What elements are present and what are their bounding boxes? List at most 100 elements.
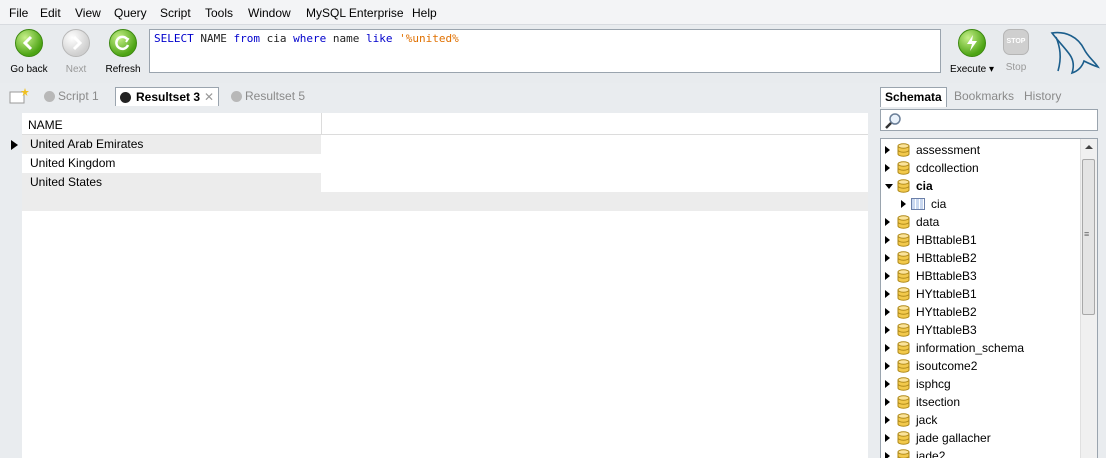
tree-schema-item[interactable]: HYttableB1: [881, 285, 1079, 303]
tree-schema-item[interactable]: HYttableB2: [881, 303, 1079, 321]
lightning-icon: [958, 29, 986, 57]
execute-button[interactable]: Execute ▾: [950, 29, 994, 75]
tree-schema-item[interactable]: jade gallacher: [881, 429, 1079, 447]
menu-edit[interactable]: Edit: [40, 6, 61, 20]
expand-arrow-icon[interactable]: [885, 290, 890, 298]
expand-arrow-icon[interactable]: [885, 146, 890, 154]
cell-name[interactable]: United States: [30, 173, 102, 192]
menu-mysql-enterprise[interactable]: MySQL Enterprise: [306, 6, 404, 20]
refresh-button[interactable]: Refresh: [104, 29, 142, 75]
expand-arrow-icon[interactable]: [885, 308, 890, 316]
tab-resultset-5[interactable]: Resultset 5: [227, 87, 305, 106]
tree-schema-item[interactable]: HBttableB2: [881, 249, 1079, 267]
collapse-arrow-icon[interactable]: [885, 184, 893, 189]
sql-text: name: [326, 32, 366, 45]
database-icon: [897, 143, 910, 157]
sql-text: NAME: [193, 32, 234, 45]
tree-schema-item[interactable]: cia: [881, 177, 1079, 195]
menu-file[interactable]: File: [9, 6, 28, 20]
table-row[interactable]: United States: [22, 173, 868, 192]
stop-button[interactable]: STOP Stop: [1001, 29, 1031, 73]
query-editor[interactable]: SELECT NAME from cia where name like '%u…: [149, 29, 941, 73]
resultset-icon: [120, 92, 131, 103]
tree-schema-item[interactable]: information_schema: [881, 339, 1079, 357]
next-button[interactable]: Next: [58, 29, 94, 75]
tree-item-label: jack: [916, 413, 938, 427]
script-icon: [44, 91, 55, 102]
column-divider: [321, 113, 322, 134]
scroll-up-icon[interactable]: [1085, 145, 1093, 149]
tree-schema-item[interactable]: HBttableB3: [881, 267, 1079, 285]
tree-schema-item[interactable]: data: [881, 213, 1079, 231]
expand-arrow-icon[interactable]: [901, 200, 906, 208]
tab-script-1[interactable]: Script 1: [40, 87, 99, 106]
tree-item-label: itsection: [916, 395, 961, 409]
tree-schema-item[interactable]: itsection: [881, 393, 1079, 411]
expand-arrow-icon[interactable]: [885, 452, 890, 458]
expand-arrow-icon[interactable]: [885, 326, 890, 334]
expand-arrow-icon[interactable]: [885, 254, 890, 262]
tree-item-label: jade gallacher: [916, 431, 991, 445]
stop-sign-icon: STOP: [1003, 29, 1029, 55]
menu-script[interactable]: Script: [160, 6, 191, 20]
expand-arrow-icon[interactable]: [885, 380, 890, 388]
back-button[interactable]: Go back: [8, 29, 50, 75]
schema-search-input[interactable]: [880, 109, 1098, 131]
expand-arrow-icon[interactable]: [885, 236, 890, 244]
menu-query[interactable]: Query: [114, 6, 147, 20]
tab-bookmarks[interactable]: Bookmarks: [954, 87, 1014, 106]
cell-name[interactable]: United Kingdom: [30, 154, 115, 173]
sql-keyword: like: [366, 32, 393, 45]
expand-arrow-icon[interactable]: [885, 362, 890, 370]
database-icon: [897, 413, 910, 427]
menu-window[interactable]: Window: [248, 6, 291, 20]
expand-arrow-icon[interactable]: [885, 164, 890, 172]
tree-table-item[interactable]: cia: [881, 195, 1079, 213]
tree-scrollbar[interactable]: ≡: [1080, 139, 1097, 458]
close-tab-icon[interactable]: ✕: [204, 88, 214, 107]
tab-label: Resultset 5: [245, 89, 306, 103]
stop-label: Stop: [1005, 62, 1027, 73]
tab-schemata[interactable]: Schemata: [880, 87, 947, 107]
database-icon: [897, 179, 910, 193]
expand-arrow-icon[interactable]: [885, 416, 890, 424]
tree-schema-item[interactable]: jack: [881, 411, 1079, 429]
sql-keyword: where: [293, 32, 327, 45]
execute-label: Execute ▾: [950, 64, 994, 75]
expand-arrow-icon[interactable]: [885, 398, 890, 406]
tree-schema-item[interactable]: assessment: [881, 141, 1079, 159]
next-arrow-icon: [62, 29, 90, 57]
tab-resultset-3[interactable]: Resultset 3 ✕: [115, 87, 219, 106]
new-row-placeholder[interactable]: [22, 192, 868, 211]
database-icon: [897, 233, 910, 247]
column-header-name[interactable]: NAME: [28, 118, 63, 132]
database-icon: [897, 449, 910, 458]
tree-schema-item[interactable]: HBttableB1: [881, 231, 1079, 249]
tree-schema-item[interactable]: HYttableB3: [881, 321, 1079, 339]
tree-item-label: cia: [931, 197, 947, 211]
table-row[interactable]: United Kingdom: [22, 154, 868, 173]
tab-history[interactable]: History: [1024, 87, 1061, 106]
menu-view[interactable]: View: [75, 6, 101, 20]
tree-schema-item[interactable]: isoutcome2: [881, 357, 1079, 375]
tree-item-label: HBttableB3: [916, 269, 977, 283]
grip-icon: ≡: [1084, 229, 1090, 239]
database-icon: [897, 359, 910, 373]
tree-schema-item[interactable]: jade2: [881, 447, 1079, 458]
database-icon: [897, 269, 910, 283]
tree-schema-item[interactable]: isphcg: [881, 375, 1079, 393]
menu-help[interactable]: Help: [412, 6, 437, 20]
expand-arrow-icon[interactable]: [885, 272, 890, 280]
resultset-icon: [231, 91, 242, 102]
cell-name[interactable]: United Arab Emirates: [30, 135, 143, 154]
tree-schema-item[interactable]: cdcollection: [881, 159, 1079, 177]
table-row[interactable]: United Arab Emirates: [22, 135, 868, 154]
tree-item-label: data: [916, 215, 940, 229]
new-tab-icon[interactable]: [9, 88, 29, 104]
expand-arrow-icon[interactable]: [885, 218, 890, 226]
expand-arrow-icon[interactable]: [885, 344, 890, 352]
expand-arrow-icon[interactable]: [885, 434, 890, 442]
sql-keyword: SELECT: [154, 32, 194, 45]
menu-tools[interactable]: Tools: [205, 6, 233, 20]
database-icon: [897, 395, 910, 409]
